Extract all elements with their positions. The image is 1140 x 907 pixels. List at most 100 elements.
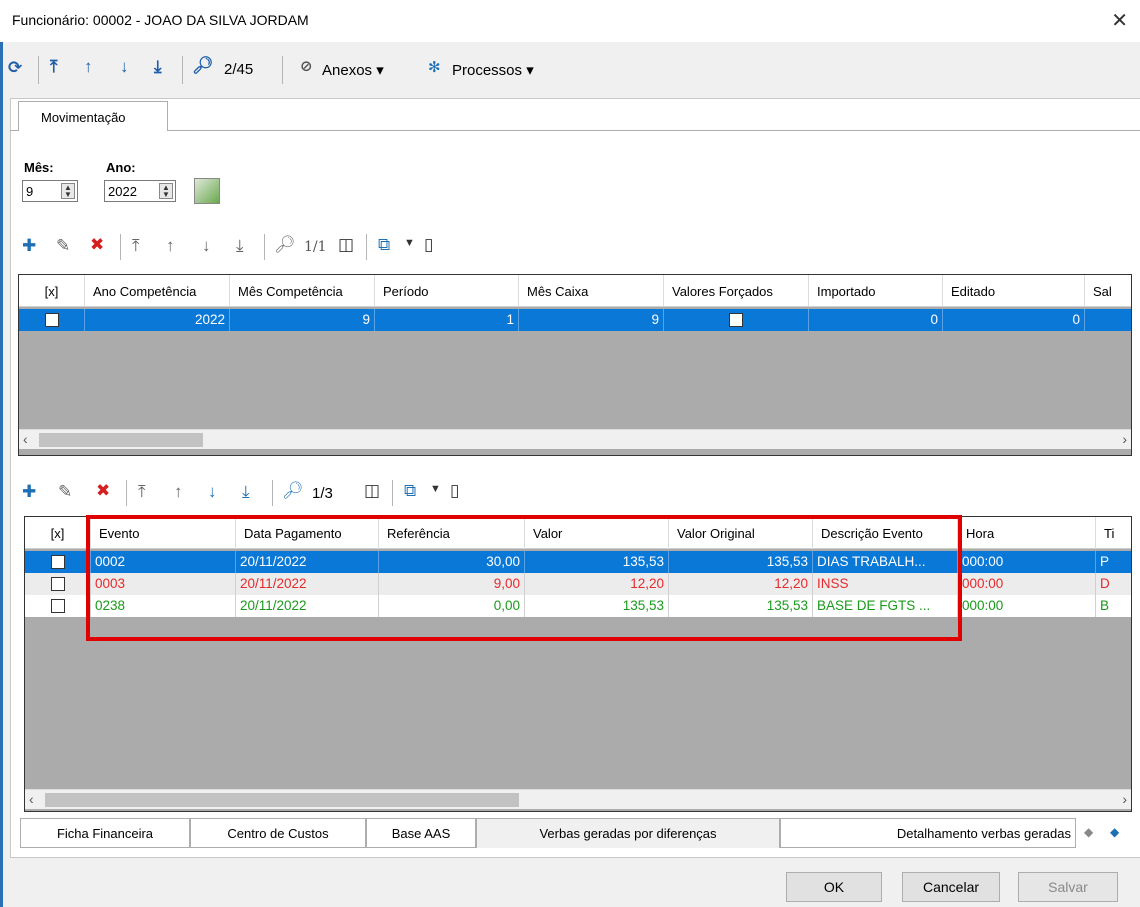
col-valor-original[interactable]: Valor Original bbox=[669, 517, 813, 549]
salvar-button[interactable]: Salvar bbox=[1018, 872, 1118, 902]
cell-valores-forcados[interactable] bbox=[664, 309, 809, 331]
tab-scroll-right-icon[interactable]: ◆ bbox=[1110, 825, 1119, 839]
cell-evento: 0238 bbox=[91, 595, 236, 617]
search-icon[interactable]: 🔎︎ bbox=[282, 481, 304, 501]
row-checkbox[interactable] bbox=[25, 595, 91, 617]
col-mes-competencia[interactable]: Mês Competência bbox=[230, 275, 375, 307]
last-record-icon[interactable]: ⤓ bbox=[242, 482, 250, 502]
col-ano-competencia[interactable]: Ano Competência bbox=[85, 275, 230, 307]
delete-icon[interactable]: ✖ bbox=[96, 481, 110, 501]
next-record-icon[interactable]: ↓ bbox=[120, 57, 129, 77]
col-tipo[interactable]: Ti bbox=[1096, 517, 1131, 549]
col-check[interactable]: [x] bbox=[25, 517, 91, 549]
col-referencia[interactable]: Referência bbox=[379, 517, 525, 549]
scroll-right-icon[interactable]: › bbox=[1122, 431, 1127, 447]
tab-centro-de-custos[interactable]: Centro de Custos bbox=[190, 818, 366, 848]
cell-tipo: B bbox=[1096, 595, 1131, 617]
grid1-hscrollbar[interactable]: ‹ › bbox=[19, 429, 1131, 449]
add-icon[interactable]: ✚ bbox=[22, 482, 36, 502]
tab-ficha-financeira[interactable]: Ficha Financeira bbox=[20, 818, 190, 848]
scroll-thumb[interactable] bbox=[45, 793, 519, 807]
table-row[interactable]: 0003 20/11/2022 9,00 12,20 12,20 INSS 000:00 D bbox=[25, 573, 1131, 595]
col-data-pagamento[interactable]: Data Pagamento bbox=[236, 517, 379, 549]
col-mes-caixa[interactable]: Mês Caixa bbox=[519, 275, 664, 307]
separator bbox=[38, 56, 39, 84]
previous-record-icon[interactable]: ↑ bbox=[84, 57, 93, 77]
table-row[interactable]: 0002 20/11/2022 30,00 135,53 135,53 DIAS TRAB… bbox=[25, 551, 1131, 573]
cancelar-button[interactable]: Cancelar bbox=[902, 872, 1000, 902]
first-record-icon[interactable]: ⤒ bbox=[138, 482, 146, 502]
cell-sal bbox=[1085, 309, 1131, 331]
cell-descricao: BASE DE FGTS ... bbox=[813, 595, 958, 617]
edit-icon[interactable]: ✎ bbox=[56, 236, 70, 256]
col-editado[interactable]: Editado bbox=[943, 275, 1085, 307]
spinner-arrows-icon[interactable]: ▲ ▼ bbox=[61, 183, 75, 199]
document-icon[interactable]: ▯ bbox=[424, 235, 433, 255]
scroll-thumb[interactable] bbox=[39, 433, 203, 447]
col-descricao-evento[interactable]: Descrição Evento bbox=[813, 517, 958, 549]
export-icon[interactable]: ⧉ bbox=[404, 481, 416, 501]
chevron-down-icon[interactable]: ▼ bbox=[404, 237, 415, 249]
scroll-left-icon[interactable]: ‹ bbox=[23, 431, 28, 447]
checkbox-icon[interactable] bbox=[50, 599, 65, 614]
anexos-menu[interactable]: Anexos ▾ bbox=[322, 61, 384, 79]
refresh-icon[interactable]: ⟳ bbox=[8, 58, 22, 78]
table-row[interactable]: 0238 20/11/2022 0,00 135,53 135,53 BASE DE FG… bbox=[25, 595, 1131, 617]
col-evento[interactable]: Evento bbox=[91, 517, 236, 549]
processos-menu[interactable]: Processos ▾ bbox=[452, 61, 534, 79]
tab-base-aas[interactable]: Base AAS bbox=[366, 818, 476, 848]
tab-verbas-geradas[interactable]: Verbas geradas por diferenças bbox=[476, 818, 780, 848]
search-icon[interactable]: 🔎︎ bbox=[274, 235, 296, 255]
col-hora[interactable]: Hora bbox=[958, 517, 1096, 549]
columns-icon[interactable]: ◫ bbox=[364, 481, 380, 501]
col-periodo[interactable]: Período bbox=[375, 275, 519, 307]
row-checkbox[interactable] bbox=[25, 573, 91, 595]
search-icon[interactable]: 🔎︎ bbox=[192, 56, 214, 76]
row-checkbox[interactable] bbox=[25, 551, 91, 573]
add-icon[interactable]: ✚ bbox=[22, 236, 36, 256]
spinner-arrows-icon[interactable]: ▲ ▼ bbox=[159, 183, 173, 199]
delete-icon[interactable]: ✖ bbox=[90, 235, 104, 255]
chevron-down-icon[interactable]: ▼ bbox=[430, 483, 441, 495]
tab-movimentacao[interactable]: Movimentação bbox=[18, 101, 168, 131]
apply-filter-icon[interactable] bbox=[194, 178, 220, 204]
previous-record-icon[interactable]: ↑ bbox=[174, 482, 183, 502]
col-check[interactable]: [x] bbox=[19, 275, 85, 307]
cell-ano: 2022 bbox=[85, 309, 230, 331]
mes-label: Mês: bbox=[24, 160, 54, 175]
separator bbox=[264, 234, 265, 260]
tab-detalhamento-verbas[interactable]: Detalhamento verbas geradas bbox=[780, 818, 1076, 848]
scroll-left-icon[interactable]: ‹ bbox=[29, 791, 34, 807]
next-record-icon[interactable]: ↓ bbox=[202, 236, 211, 256]
col-valor[interactable]: Valor bbox=[525, 517, 669, 549]
first-record-icon[interactable]: ⤒ bbox=[132, 236, 140, 256]
last-record-icon[interactable]: ⤓ bbox=[154, 57, 162, 77]
last-record-icon[interactable]: ⤓ bbox=[236, 236, 244, 256]
ok-button[interactable]: OK bbox=[786, 872, 882, 902]
checkbox-icon[interactable] bbox=[50, 577, 65, 592]
scroll-right-icon[interactable]: › bbox=[1122, 791, 1127, 807]
checkbox-icon[interactable] bbox=[50, 555, 65, 570]
ano-spinner[interactable]: 2022 ▲ ▼ bbox=[104, 180, 176, 202]
checkbox-icon[interactable] bbox=[729, 313, 743, 328]
document-icon[interactable]: ▯ bbox=[450, 481, 459, 501]
cell-tipo: D bbox=[1096, 573, 1131, 595]
grid2-hscrollbar[interactable]: ‹ › bbox=[25, 789, 1131, 809]
export-icon[interactable]: ⧉ bbox=[378, 235, 390, 255]
next-record-icon[interactable]: ↓ bbox=[208, 482, 217, 502]
separator bbox=[182, 56, 183, 84]
previous-record-icon[interactable]: ↑ bbox=[166, 236, 175, 256]
col-valores-forcados[interactable]: Valores Forçados bbox=[664, 275, 809, 307]
columns-icon[interactable]: ◫ bbox=[338, 235, 354, 255]
row-checkbox[interactable] bbox=[19, 309, 85, 331]
col-importado[interactable]: Importado bbox=[809, 275, 943, 307]
checkbox-icon[interactable] bbox=[44, 313, 59, 328]
tab-scroll-left-icon[interactable]: ◆ bbox=[1084, 825, 1093, 839]
gear-icon: ✻ bbox=[428, 59, 441, 76]
edit-icon[interactable]: ✎ bbox=[58, 482, 72, 502]
close-icon[interactable]: ✕ bbox=[1111, 8, 1128, 33]
first-record-icon[interactable]: ⤒ bbox=[50, 57, 58, 77]
col-sal[interactable]: Sal bbox=[1085, 275, 1131, 307]
table-row[interactable]: 2022 9 1 9 0 0 bbox=[19, 309, 1131, 331]
mes-spinner[interactable]: 9 ▲ ▼ bbox=[22, 180, 78, 202]
